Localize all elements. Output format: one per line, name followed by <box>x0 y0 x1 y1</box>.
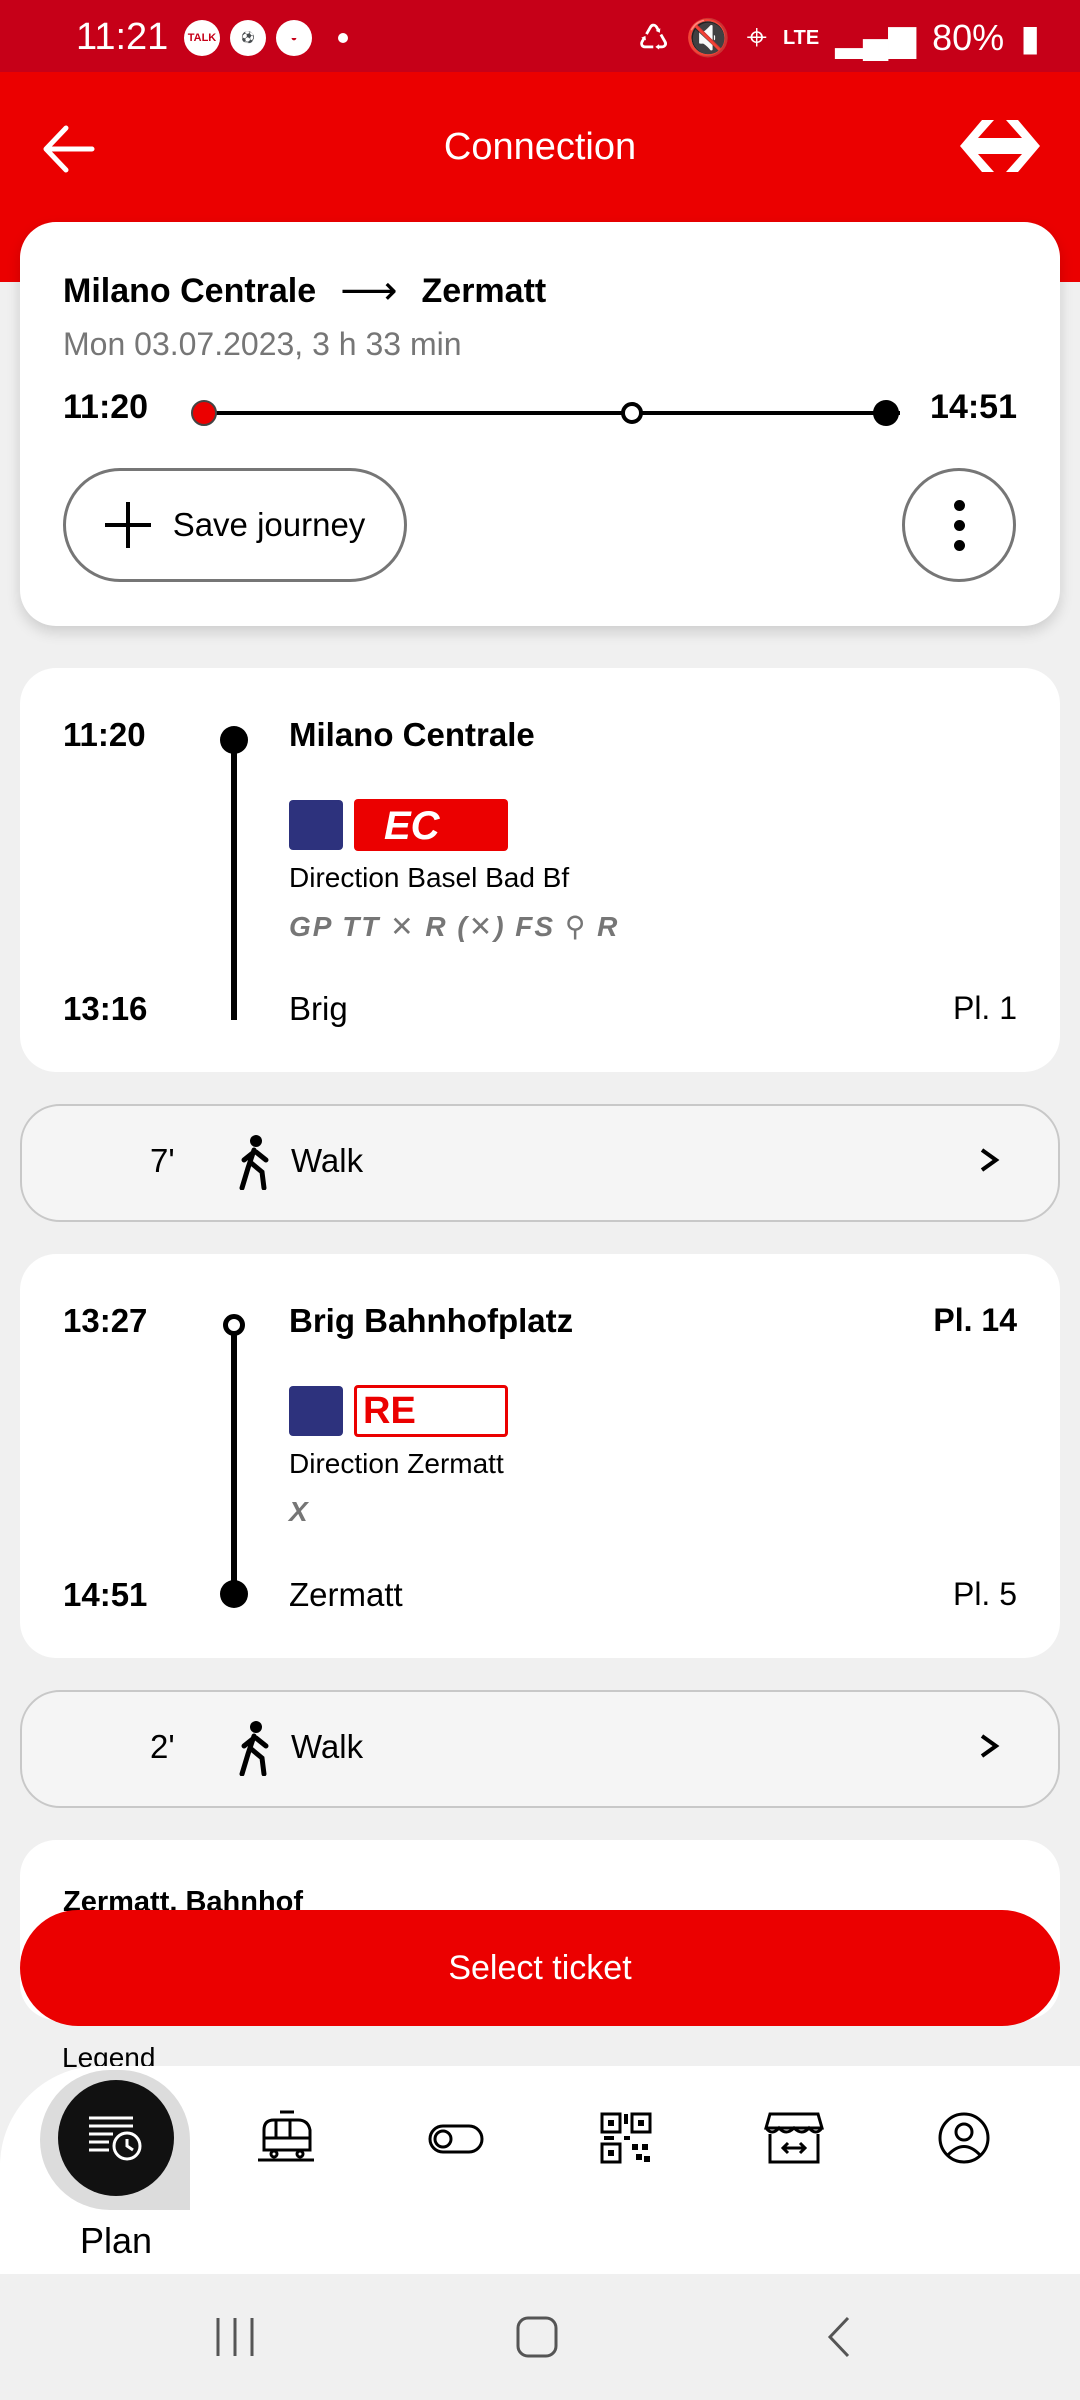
chevron-right-icon <box>980 1734 1000 1758</box>
notification-icons: TALK ⚽ ◒ <box>184 20 348 56</box>
leg-arrival-time: 13:16 <box>63 990 148 1027</box>
recycle-icon: ♺ <box>637 16 670 58</box>
leg-departure-platform: Pl. 14 <box>933 1302 1017 1338</box>
android-navigation-bar <box>0 2274 1080 2400</box>
walking-person-icon <box>239 1721 269 1776</box>
leg-direction: Direction Basel Bad Bf <box>289 862 570 893</box>
destination-station: Zermatt <box>421 271 547 310</box>
plus-icon <box>104 502 151 548</box>
origin-station: Milano Centrale <box>63 271 317 310</box>
location-icon: ⌖ <box>746 16 767 57</box>
walk-label: Walk <box>291 1728 364 1765</box>
leg-departure-time: 11:20 <box>63 716 146 753</box>
journey-timeline <box>191 400 900 426</box>
stop-dot <box>220 726 248 754</box>
more-vertical-icon <box>953 499 965 511</box>
leg-attributes: X <box>289 1496 310 1527</box>
ec-logo-icon: EC <box>384 804 441 848</box>
leg-direction: Direction Zermatt <box>289 1448 504 1479</box>
train-icon <box>289 800 343 850</box>
stop-dot <box>220 1580 248 1608</box>
nav-toggle-icon[interactable] <box>426 2110 486 2166</box>
leg-departure-time: 13:27 <box>63 1302 148 1339</box>
battery-level: 80% <box>932 16 1005 58</box>
nav-train-icon[interactable] <box>256 2110 316 2166</box>
chevron-right-icon <box>980 1148 1000 1172</box>
arrow-right-icon: ⟶ <box>340 269 398 313</box>
walk-segment-1[interactable]: 7' Walk <box>20 1104 1060 1222</box>
select-ticket-button[interactable]: Select ticket <box>20 1910 1060 2026</box>
leg-arrival-stop: Zermatt <box>289 1576 403 1613</box>
leg-card-1[interactable]: 11:20 Milano Centrale EC Direction Basel… <box>20 668 1060 1072</box>
route-header: Milano Centrale ⟶ Zermatt <box>63 268 546 314</box>
leg-line <box>231 738 237 1020</box>
back-icon[interactable] <box>816 2314 866 2360</box>
home-icon[interactable] <box>512 2314 562 2360</box>
leg-departure-stop: Brig Bahnhofplatz <box>289 1302 574 1339</box>
battery-icon: ▮ <box>1020 16 1040 58</box>
walk-minutes: 7' <box>150 1142 175 1179</box>
journey-summary-card: Milano Centrale ⟶ Zermatt Mon 03.07.2023… <box>20 222 1060 626</box>
leg-card-2[interactable]: 13:27 Brig Bahnhofplatz Pl. 14 RE Direct… <box>20 1254 1060 1658</box>
leg-line <box>231 1324 237 1602</box>
product-re-badge: RE <box>354 1385 508 1437</box>
nav-plan-button[interactable] <box>58 2080 174 2196</box>
leg-arrival-platform: Pl. 5 <box>952 1576 1017 1612</box>
train-icon <box>289 1386 343 1436</box>
talk-notification-icon: TALK <box>184 20 220 56</box>
more-notifications-dot <box>338 33 348 43</box>
leg-departure-stop: Milano Centrale <box>289 716 535 753</box>
sbb-logo-icon <box>960 120 1040 172</box>
signal-icon: ▂▄▆ <box>835 16 917 58</box>
walk-label: Walk <box>291 1142 364 1179</box>
mute-icon: 🔇 <box>685 16 731 58</box>
page-title: Connection <box>443 126 637 168</box>
save-journey-label: Save journey <box>172 506 366 543</box>
svg-text:EC: EC <box>384 804 441 848</box>
date-duration: Mon 03.07.2023, 3 h 33 min <box>63 326 462 362</box>
bowl-notification-icon: ◒ <box>276 20 312 56</box>
recent-apps-icon[interactable] <box>210 2314 260 2360</box>
nav-profile-icon[interactable] <box>934 2110 994 2166</box>
walk-minutes: 2' <box>150 1728 175 1765</box>
status-bar: 11:21 TALK ⚽ ◒ ♺ 🔇 ⌖ LTE ▂▄▆ 80% ▮ <box>0 0 1080 72</box>
departure-time: 11:20 <box>63 388 149 426</box>
status-time: 11:21 <box>76 16 169 58</box>
network-type: LTE <box>782 26 820 49</box>
product-ec-badge: EC <box>354 799 508 851</box>
system-icons: ♺ 🔇 ⌖ LTE ▂▄▆ 80% ▮ <box>638 16 1040 59</box>
plan-icon <box>89 2116 142 2161</box>
leg-arrival-platform: Pl. 1 <box>952 990 1017 1026</box>
walk-segment-2[interactable]: 2' Walk <box>20 1690 1060 1808</box>
arrival-time: 14:51 <box>930 388 1017 426</box>
nav-plan-label: Plan <box>80 2220 153 2261</box>
ball-notification-icon: ⚽ <box>230 20 266 56</box>
save-journey-button[interactable]: Save journey <box>63 468 407 582</box>
more-options-button[interactable] <box>902 468 1016 582</box>
leg-arrival-time: 14:51 <box>63 1576 148 1613</box>
nav-qr-code-icon[interactable] <box>596 2110 656 2166</box>
leg-attributes: GP TT ✕ R (✕) FS ⚲ R <box>289 911 620 942</box>
nav-shop-icon[interactable] <box>764 2110 824 2166</box>
stop-dot-open <box>223 1314 245 1336</box>
leg-arrival-stop: Brig <box>289 990 348 1027</box>
walking-person-icon <box>239 1135 269 1190</box>
